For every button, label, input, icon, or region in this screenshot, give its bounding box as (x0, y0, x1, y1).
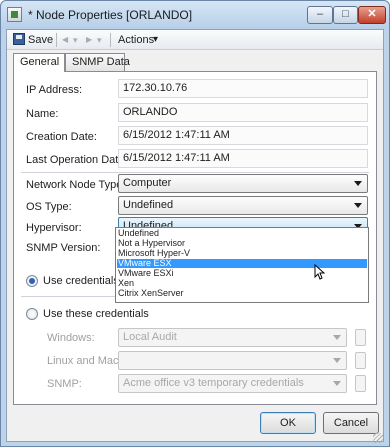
hypervisor-label: Hypervisor: (26, 222, 82, 234)
linux-mac-credentials-select[interactable] (118, 351, 347, 370)
os-type-label: OS Type: (26, 201, 72, 213)
linux-mac-credentials-edit-button[interactable] (355, 352, 366, 369)
use-credentials-from-radio[interactable] (26, 275, 38, 287)
node-properties-window: * Node Properties [ORLANDO] – □ ✕ Save ◀… (0, 0, 390, 447)
ok-button[interactable]: OK (260, 412, 316, 434)
close-button[interactable]: ✕ (358, 6, 386, 24)
toolbar-separator (56, 33, 57, 47)
toolbar-separator (110, 33, 111, 47)
name-label: Name: (26, 108, 59, 120)
save-button[interactable]: Save (28, 33, 53, 47)
snmp-version-label: SNMP Version: (26, 242, 101, 254)
title-bar[interactable]: * Node Properties [ORLANDO] – □ ✕ (1, 1, 389, 29)
hypervisor-option-highlighted[interactable]: VMware ESX (117, 259, 367, 268)
ip-address-label: IP Address: (26, 84, 83, 96)
resize-grip-icon[interactable] (373, 433, 383, 443)
linux-mac-credentials-label: Linux and Mac: (47, 355, 122, 367)
mouse-cursor-icon (314, 264, 325, 280)
snmp-credentials-select[interactable]: Acme office v3 temporary credentials (118, 374, 347, 393)
chevron-down-icon (333, 381, 341, 386)
windows-credentials-select[interactable]: Local Audit (118, 328, 347, 347)
chevron-down-icon (333, 335, 341, 340)
tab-snmp-data[interactable]: SNMP Data (65, 53, 130, 71)
os-type-select[interactable]: Undefined (118, 196, 368, 215)
creation-date-label: Creation Date: (26, 131, 97, 143)
snmp-credentials-label: SNMP: (47, 378, 82, 390)
hypervisor-option[interactable]: Undefined (117, 229, 367, 238)
minimize-button[interactable]: – (307, 6, 333, 24)
forward-arrow-icon[interactable]: ▶ (86, 33, 92, 47)
actions-menu[interactable]: Actions (118, 33, 154, 47)
section-divider (21, 172, 369, 173)
network-node-type-label: Network Node Type: (26, 179, 126, 191)
back-arrow-icon[interactable]: ◀ (62, 33, 68, 47)
save-icon[interactable] (13, 33, 25, 45)
creation-date-field[interactable]: 6/15/2012 1:47:11 AM (118, 126, 368, 145)
last-operation-date-label: Last Operation Date: (26, 154, 128, 166)
hypervisor-dropdown-list: Undefined Not a Hypervisor Microsoft Hyp… (115, 227, 369, 303)
window-title: * Node Properties [ORLANDO] (28, 8, 193, 22)
toolbar: Save ◀ ▾ ▶ ▾ Actions ▾ (7, 30, 383, 50)
ip-address-field[interactable]: 172.30.10.76 (118, 79, 368, 98)
back-dropdown-icon[interactable]: ▾ (73, 33, 78, 47)
tab-general[interactable]: General (13, 53, 65, 72)
actions-dropdown-icon[interactable]: ▾ (153, 33, 158, 47)
node-app-icon (7, 7, 22, 22)
hypervisor-option[interactable]: Xen (117, 279, 367, 288)
hypervisor-option[interactable]: VMware ESXi (117, 269, 367, 278)
chevron-down-icon (354, 181, 362, 186)
name-field[interactable]: ORLANDO (118, 103, 368, 122)
network-node-type-value: Computer (123, 177, 172, 189)
os-type-value: Undefined (123, 199, 174, 211)
forward-dropdown-icon[interactable]: ▾ (97, 33, 102, 47)
maximize-button[interactable]: □ (333, 6, 358, 24)
hypervisor-option[interactable]: Citrix XenServer (117, 289, 367, 298)
use-these-credentials-radio[interactable] (26, 308, 38, 320)
windows-credentials-label: Windows: (47, 332, 95, 344)
last-operation-date-field[interactable]: 6/15/2012 1:47:11 AM (118, 149, 368, 168)
network-node-type-select[interactable]: Computer (118, 174, 368, 193)
snmp-credentials-edit-button[interactable] (355, 375, 366, 392)
use-these-credentials-label[interactable]: Use these credentials (43, 308, 149, 320)
snmp-credentials-value: Acme office v3 temporary credentials (123, 377, 304, 389)
windows-credentials-value: Local Audit (123, 331, 177, 343)
cancel-button[interactable]: Cancel (323, 412, 379, 434)
windows-credentials-edit-button[interactable] (355, 329, 366, 346)
chevron-down-icon (333, 358, 341, 363)
hypervisor-option[interactable]: Microsoft Hyper-V (117, 249, 367, 258)
hypervisor-option[interactable]: Not a Hypervisor (117, 239, 367, 248)
chevron-down-icon (354, 203, 362, 208)
